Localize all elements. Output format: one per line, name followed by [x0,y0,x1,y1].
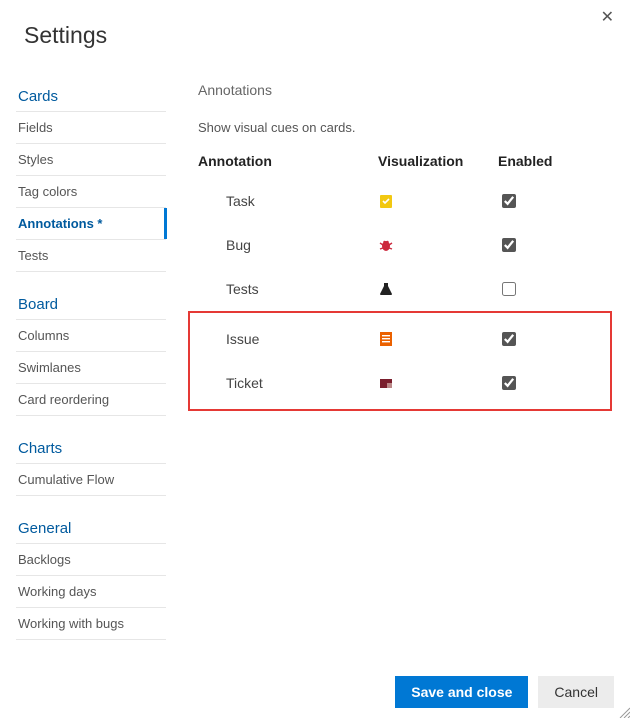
sidebar-item-cumulative-flow[interactable]: Cumulative Flow [16,463,166,496]
annotation-row-bug: Bug [198,223,612,267]
annotation-name: Ticket [198,375,378,391]
enabled-checkbox-ticket[interactable] [502,376,516,390]
cancel-button[interactable]: Cancel [538,676,614,708]
ticket-icon [378,375,394,391]
annotations-table-header: Annotation Visualization Enabled [198,153,612,179]
sidebar-item-card-reordering[interactable]: Card reordering [16,383,166,416]
col-header-enabled: Enabled [498,153,558,169]
sidebar-group-charts: Charts [16,434,166,463]
resize-grip-icon[interactable] [618,706,630,718]
save-and-close-button[interactable]: Save and close [395,676,528,708]
annotation-row-ticket: Ticket [198,361,610,405]
settings-sidebar: Cards Fields Styles Tag colors Annotatio… [16,57,166,640]
sidebar-item-tests[interactable]: Tests [16,239,166,272]
annotation-row-issue: Issue [198,317,610,361]
sidebar-item-working-days[interactable]: Working days [16,575,166,607]
panel-subtitle: Show visual cues on cards. [198,120,612,135]
dialog-title: Settings [0,0,632,57]
sidebar-item-styles[interactable]: Styles [16,143,166,175]
sidebar-item-tag-colors[interactable]: Tag colors [16,175,166,207]
highlighted-rows: Issue Ticket [188,311,612,411]
enabled-checkbox-issue[interactable] [502,332,516,346]
sidebar-item-columns[interactable]: Columns [16,319,166,351]
list-icon [378,331,394,347]
sidebar-item-fields[interactable]: Fields [16,111,166,143]
annotations-panel: Annotations Show visual cues on cards. A… [166,57,632,640]
enabled-checkbox-bug[interactable] [502,238,516,252]
sidebar-item-backlogs[interactable]: Backlogs [16,543,166,575]
enabled-checkbox-task[interactable] [502,194,516,208]
annotation-row-task: Task [198,179,612,223]
col-header-visualization: Visualization [378,153,498,169]
annotation-name: Issue [198,331,378,347]
annotation-name: Task [198,193,378,209]
panel-heading: Annotations [198,82,612,98]
sidebar-item-annotations[interactable]: Annotations * [16,207,166,239]
close-icon[interactable]: ✕ [601,10,614,26]
sidebar-group-cards: Cards [16,82,166,111]
enabled-checkbox-tests[interactable] [502,282,516,296]
annotation-name: Tests [198,281,378,297]
annotation-row-tests: Tests [198,267,612,311]
annotation-name: Bug [198,237,378,253]
task-icon [378,193,394,209]
bug-icon [378,237,394,253]
sidebar-item-swimlanes[interactable]: Swimlanes [16,351,166,383]
sidebar-group-board: Board [16,290,166,319]
sidebar-item-working-with-bugs[interactable]: Working with bugs [16,607,166,640]
flask-icon [378,281,394,297]
sidebar-group-general: General [16,514,166,543]
col-header-annotation: Annotation [198,153,378,169]
